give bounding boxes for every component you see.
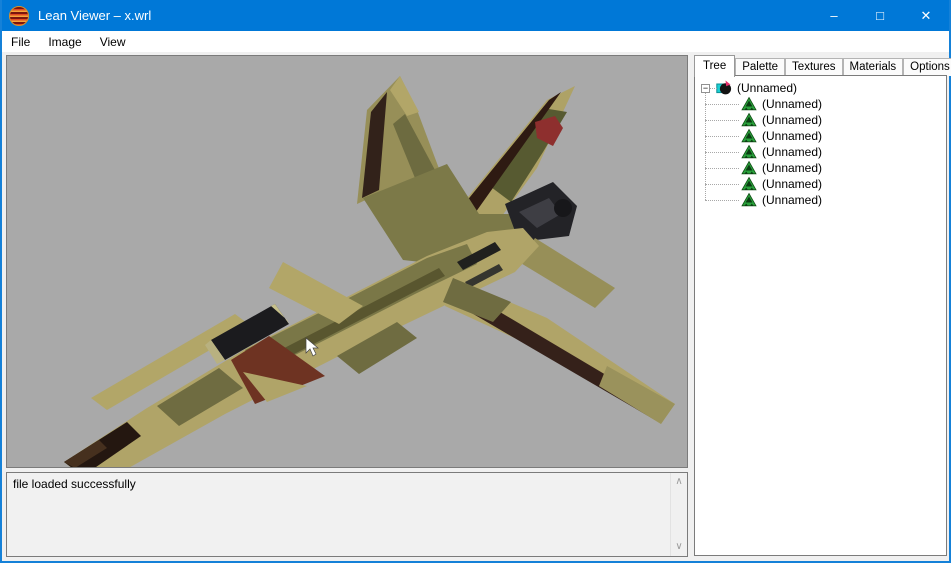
tree-item-root[interactable]: − (Unnamed) bbox=[695, 80, 946, 96]
scene-tree: − (Unnamed) (Unnamed) bbox=[695, 76, 946, 208]
close-icon: ✕ bbox=[921, 9, 932, 22]
window-controls: – □ ✕ bbox=[811, 0, 949, 31]
tree-expander[interactable]: − bbox=[701, 84, 710, 93]
tree-item-label: (Unnamed) bbox=[762, 113, 822, 127]
menu-image[interactable]: Image bbox=[39, 32, 90, 52]
scroll-down-icon[interactable]: ∨ bbox=[675, 538, 682, 556]
tab-options[interactable]: Options bbox=[903, 58, 951, 76]
tree-item-label: (Unnamed) bbox=[762, 177, 822, 191]
menu-file[interactable]: File bbox=[2, 32, 39, 52]
tree-item-label: (Unnamed) bbox=[762, 145, 822, 159]
app-logo-icon bbox=[9, 6, 29, 26]
scroll-up-icon[interactable]: ∧ bbox=[675, 473, 682, 491]
maximize-button[interactable]: □ bbox=[857, 0, 903, 31]
close-button[interactable]: ✕ bbox=[903, 0, 949, 31]
tree-item-label: (Unnamed) bbox=[762, 193, 822, 207]
mesh-icon bbox=[741, 144, 757, 160]
tree-item-label: (Unnamed) bbox=[762, 161, 822, 175]
tab-materials[interactable]: Materials bbox=[843, 58, 904, 76]
tree-item-label: (Unnamed) bbox=[762, 97, 822, 111]
app-window: Lean Viewer – x.wrl – □ ✕ File Image Vie… bbox=[0, 0, 951, 563]
minimize-icon: – bbox=[830, 9, 837, 22]
mesh-icon bbox=[741, 128, 757, 144]
title-bar: Lean Viewer – x.wrl – □ ✕ bbox=[2, 0, 949, 31]
tree-item[interactable]: (Unnamed) bbox=[695, 128, 946, 144]
tab-tree[interactable]: Tree bbox=[694, 55, 735, 77]
viewport-3d[interactable] bbox=[6, 55, 688, 468]
tree-item[interactable]: (Unnamed) bbox=[695, 192, 946, 208]
mesh-icon bbox=[741, 192, 757, 208]
log-scrollbar[interactable]: ∧ ∨ bbox=[670, 473, 687, 556]
menu-bar: File Image View bbox=[2, 31, 949, 52]
log-message: file loaded successfully bbox=[7, 473, 687, 491]
tree-item[interactable]: (Unnamed) bbox=[695, 112, 946, 128]
maximize-icon: □ bbox=[876, 9, 884, 22]
tree-item[interactable]: (Unnamed) bbox=[695, 144, 946, 160]
window-title: Lean Viewer – x.wrl bbox=[38, 8, 151, 23]
tab-textures[interactable]: Textures bbox=[785, 58, 842, 76]
mesh-icon bbox=[741, 160, 757, 176]
tree-item[interactable]: (Unnamed) bbox=[695, 176, 946, 192]
log-panel: file loaded successfully ∧ ∨ bbox=[6, 472, 688, 557]
mesh-icon bbox=[741, 96, 757, 112]
tab-strip: Tree Palette Textures Materials Options bbox=[694, 53, 951, 76]
tab-palette[interactable]: Palette bbox=[735, 58, 785, 76]
mesh-icon bbox=[741, 112, 757, 128]
menu-view[interactable]: View bbox=[91, 32, 135, 52]
model-jet-svg bbox=[7, 56, 687, 467]
tree-item-label: (Unnamed) bbox=[737, 81, 797, 95]
tree-item[interactable]: (Unnamed) bbox=[695, 96, 946, 112]
scene-root-icon bbox=[716, 80, 732, 96]
tree-item[interactable]: (Unnamed) bbox=[695, 160, 946, 176]
tree-panel: − (Unnamed) (Unnamed) bbox=[694, 75, 947, 556]
minimize-button[interactable]: – bbox=[811, 0, 857, 31]
mesh-icon bbox=[741, 176, 757, 192]
tree-item-label: (Unnamed) bbox=[762, 129, 822, 143]
